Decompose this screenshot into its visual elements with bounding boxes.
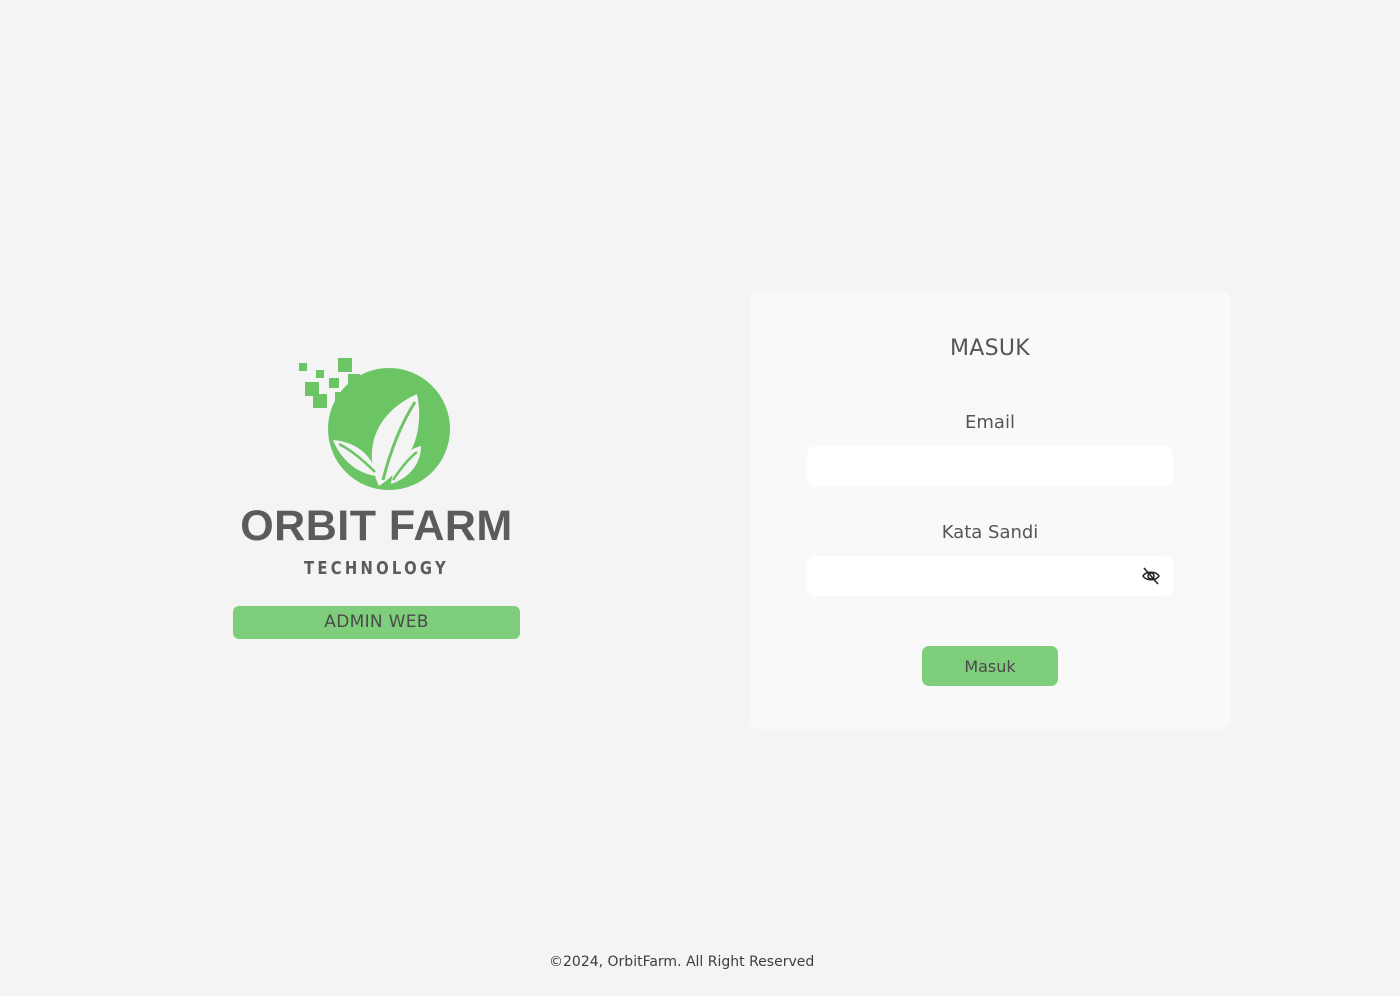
brand-name: ORBIT FARM bbox=[240, 502, 513, 550]
password-label: Kata Sandi bbox=[941, 522, 1039, 543]
login-submit-button[interactable]: Masuk bbox=[922, 646, 1058, 686]
login-title: MASUK bbox=[949, 336, 1031, 361]
eye-off-icon[interactable] bbox=[1141, 566, 1161, 586]
email-field[interactable] bbox=[807, 446, 1173, 486]
footer-copyright: ©2024, OrbitFarm. All Right Reserved bbox=[549, 954, 815, 970]
admin-web-badge: ADMIN WEB bbox=[233, 606, 520, 639]
login-page: ORBIT FARM TECHNOLOGY ADMIN WEB MASUK Em… bbox=[0, 0, 1400, 996]
password-field-wrapper bbox=[807, 556, 1173, 596]
orbit-farm-logo-icon bbox=[233, 352, 520, 494]
login-card: MASUK Email Kata Sandi Masuk bbox=[749, 292, 1231, 729]
email-field-wrapper bbox=[807, 446, 1173, 486]
password-field[interactable] bbox=[807, 556, 1173, 596]
email-label: Email bbox=[965, 412, 1015, 433]
brand-block: ORBIT FARM TECHNOLOGY ADMIN WEB bbox=[233, 352, 520, 639]
brand-tagline: TECHNOLOGY bbox=[304, 558, 449, 579]
